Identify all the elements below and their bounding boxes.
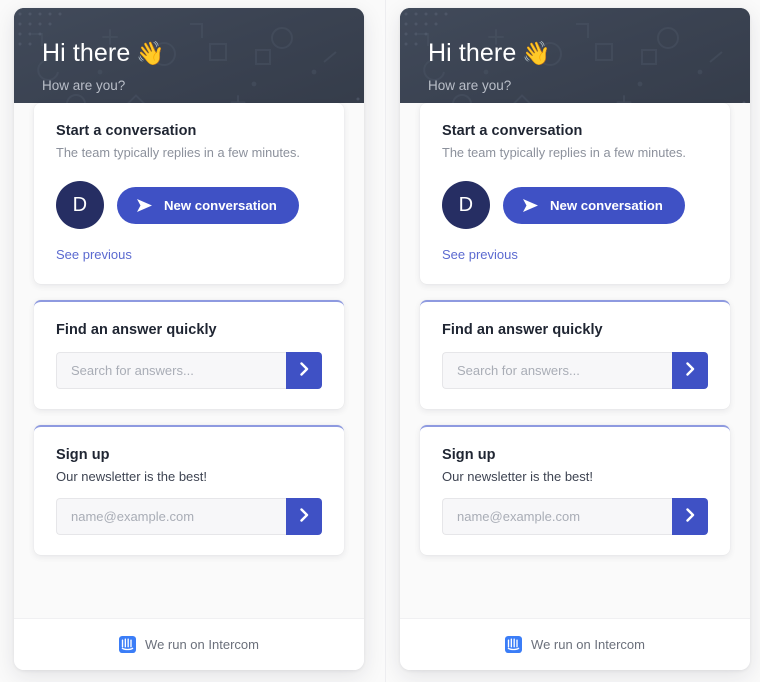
waving-hand-icon: 👋 — [522, 40, 552, 66]
messenger-body: Start a conversation The team typically … — [400, 103, 750, 618]
start-conversation-subtitle: The team typically replies in a few minu… — [442, 145, 686, 161]
messenger-footer[interactable]: We run on Intercom — [14, 618, 364, 670]
conversation-actions-row: D New conversation — [56, 181, 322, 230]
footer-text: We run on Intercom — [145, 637, 259, 652]
signup-card: Sign up Our newsletter is the best! — [420, 425, 730, 556]
start-conversation-title: Start a conversation — [56, 123, 197, 140]
avatar-initial: D — [458, 193, 474, 216]
new-conversation-button[interactable]: New conversation — [503, 186, 685, 224]
send-icon — [136, 198, 153, 213]
chevron-right-icon — [685, 362, 695, 379]
footer-text: We run on Intercom — [531, 637, 645, 652]
signup-subtitle: Our newsletter is the best! — [442, 469, 594, 485]
messenger-body: Start a conversation The team typically … — [14, 103, 364, 618]
intercom-messenger-window: Hi there 👋 How are you? Start a conversat… — [400, 8, 750, 670]
signup-title: Sign up — [442, 447, 496, 464]
new-conversation-label: New conversation — [550, 197, 663, 213]
find-answer-card: Find an answer quickly — [420, 300, 730, 410]
chevron-right-icon — [685, 508, 695, 525]
signup-submit-button[interactable] — [672, 498, 708, 536]
conversation-actions-row: D New conversation — [442, 181, 708, 230]
send-icon — [522, 198, 539, 213]
new-conversation-label: New conversation — [164, 197, 277, 213]
search-field-group — [442, 352, 708, 390]
start-conversation-card: Start a conversation The team typically … — [34, 103, 344, 285]
signup-subtitle: Our newsletter is the best! — [56, 469, 208, 485]
email-field[interactable] — [56, 498, 286, 536]
start-conversation-subtitle: The team typically replies in a few minu… — [56, 145, 300, 161]
avatar: D — [56, 181, 104, 230]
search-submit-button[interactable] — [672, 352, 708, 390]
intercom-logo-icon — [505, 636, 523, 653]
signup-submit-button[interactable] — [286, 498, 322, 536]
avatar-initial: D — [72, 193, 88, 216]
search-submit-button[interactable] — [286, 352, 322, 390]
see-previous-link[interactable]: See previous — [442, 247, 518, 262]
signup-title: Sign up — [56, 447, 110, 464]
greeting-text: Hi there — [42, 39, 131, 67]
messenger-preview-left: Hi there 👋 How are you? Start a conversat… — [0, 0, 385, 682]
subgreeting-text: How are you? — [42, 78, 126, 94]
signup-card: Sign up Our newsletter is the best! — [34, 425, 344, 556]
start-conversation-title: Start a conversation — [442, 123, 583, 140]
screenshot-stage: Hi there 👋 How are you? Start a conversat… — [0, 0, 760, 682]
greeting-heading: Hi there 👋 — [42, 38, 336, 69]
see-previous-link[interactable]: See previous — [56, 247, 132, 262]
intercom-messenger-window: Hi there 👋 How are you? Start a conversat… — [14, 8, 364, 670]
avatar: D — [442, 181, 490, 230]
email-field[interactable] — [442, 498, 672, 536]
intercom-logo-icon — [119, 636, 137, 653]
waving-hand-icon: 👋 — [136, 40, 166, 66]
chevron-right-icon — [299, 508, 309, 525]
messenger-preview-right: Hi there 👋 How are you? Start a conversat… — [385, 0, 760, 682]
search-field-group — [56, 352, 322, 390]
search-input[interactable] — [56, 352, 286, 390]
subgreeting-text: How are you? — [428, 78, 512, 94]
chevron-right-icon — [299, 362, 309, 379]
search-input[interactable] — [442, 352, 672, 390]
signup-field-group — [56, 498, 322, 536]
greeting-heading: Hi there 👋 — [428, 38, 722, 69]
find-answer-card: Find an answer quickly — [34, 300, 344, 410]
greeting-text: Hi there — [428, 39, 517, 67]
new-conversation-button[interactable]: New conversation — [117, 186, 299, 224]
start-conversation-card: Start a conversation The team typically … — [420, 103, 730, 285]
messenger-footer[interactable]: We run on Intercom — [400, 618, 750, 670]
find-answer-title: Find an answer quickly — [442, 322, 603, 339]
signup-field-group — [442, 498, 708, 536]
find-answer-title: Find an answer quickly — [56, 322, 217, 339]
panel-divider — [385, 0, 386, 682]
